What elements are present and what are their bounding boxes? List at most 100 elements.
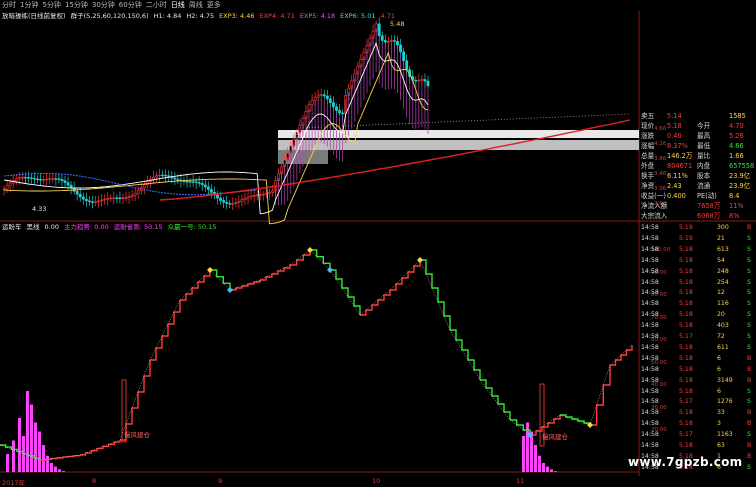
candle-body [271,190,274,193]
ma-dotted [299,113,631,129]
histogram-bar [550,469,553,472]
tick-p: 5.18 [679,311,693,319]
indicator-params: 群子(5,25,60,120,150,6) [70,12,149,20]
osc-dotted [259,264,291,281]
histogram-bar [46,455,49,472]
tick-p: 5.18 [679,365,693,373]
tick-v: 33 [717,409,725,417]
osc-dotted [479,379,511,421]
candle-body [219,197,222,201]
tick-t: 14:58 [641,333,659,340]
bottom-indicator-legend: 运盼车 黑线 0.00 主力趋势: 0.00 运盼省则: 50.15 众赢一号:… [2,223,216,232]
tick-d: S [747,431,751,439]
histogram-bar [30,404,33,472]
tick-p: 5.18 [679,387,693,395]
indicator-h2: H2: 4.75 [186,12,215,20]
candle-body [84,198,88,202]
candle-body [124,197,128,199]
period-tab-8[interactable]: 周线 [189,0,203,11]
histogram-bar [522,436,525,472]
ma-yellow [3,51,429,225]
tick-t: 14:58 [641,256,659,264]
candle-body [57,178,61,180]
candle-body [106,198,110,200]
histogram-bar [6,454,9,472]
tick-d: B [747,452,752,460]
tick-row: 14:58 5.19 300 B [639,223,756,234]
candle-body [176,178,180,181]
candle-body [42,179,46,181]
candle-body [161,174,165,177]
tick-d: B [747,376,752,384]
osc-dotted [359,289,391,316]
osc-dotted [149,299,181,361]
candle-body [136,190,140,194]
tick-v: 1163 [717,431,733,439]
candle-body [191,181,195,183]
tick-t: 14:58 [641,365,659,373]
tick-d: S [747,322,751,330]
tick-row: 14:58 5.18 611 S [639,343,756,354]
x-tick-label: 9 [218,477,223,485]
tick-d: S [747,463,751,471]
candle-body [383,40,387,43]
osc-dotted [589,364,611,426]
indicator-exp6: EXP6: 5.01 [340,12,376,20]
candle-body [115,197,119,199]
period-toolbar: 分时 1分钟 5分钟 15分钟 30分钟 60分钟 二小时 日线 周线 更多 [0,0,756,11]
tick-t: 14:58 [641,354,659,362]
period-tab-9[interactable]: 更多 [207,0,221,11]
tick-v: 248 [717,267,729,275]
tick-t: 14:58 [641,267,659,275]
tick-p: 5.17 [679,398,693,406]
candle-body [249,195,253,198]
tick-p: 5.17 [679,431,693,439]
candle-body [240,199,244,202]
period-tab-0[interactable]: 分时 [2,0,16,11]
candle-body [316,94,320,98]
tick-row: 14:58 5.18 54 S [639,256,756,267]
candle-body [17,177,21,180]
x-axis: 2017年 8 9 10 11 [0,476,636,487]
indicator-name[interactable]: 放暗操练(日线前复权) [2,12,66,21]
tick-t: 14:58 [641,431,659,439]
candle-body [30,177,33,179]
tick-d: B [747,224,752,231]
tick-p: 5.18 [679,278,693,286]
osc-dotted [119,359,151,441]
signal-diamond [417,257,423,263]
histogram-bar [542,463,545,472]
period-tab-6[interactable]: 二小时 [146,0,167,11]
tick-v: 116 [717,300,729,308]
histogram-bar [546,466,549,472]
candle-body [234,202,238,204]
tick-v: 1276 [717,398,733,406]
candle-body [152,176,155,180]
period-tab-5[interactable]: 60分钟 [119,0,142,11]
tick-row: 14:58 5.18 3149 B [639,376,756,387]
period-tab-2[interactable]: 5分钟 [42,0,60,11]
candle-body [322,94,326,97]
candle-body [396,40,399,46]
tick-p: 5.18 [679,420,693,428]
signal-label-1: 慢风建仓 [124,431,150,439]
candle-body [39,179,43,181]
candle-body [51,178,55,180]
tick-p: 5.18 [679,409,693,417]
tick-v: 3149 [717,376,733,384]
period-tab-7[interactable]: 日线 [171,0,185,11]
tick-t: 14:58 [641,420,659,428]
tick-d: S [747,343,751,351]
tick-t: 14:58 [641,398,659,406]
tick-list[interactable]: 14:58 5.19 300 B 14:58 5.19 21 S 14:58 5.18 613 S 14… [639,223,756,473]
tick-v: 3 [717,420,721,428]
period-tab-1[interactable]: 1分钟 [20,0,38,11]
period-tab-3[interactable]: 15分钟 [65,0,88,11]
histogram-bar [18,418,21,472]
tick-p: 5.18 [679,289,693,297]
indicator-name[interactable]: 运盼车 [2,223,22,232]
period-tab-4[interactable]: 30分钟 [92,0,115,11]
candle-body [267,192,271,194]
box-price-label: 4.60 [285,130,299,137]
indicator-v4: 众赢一号: 50.15 [167,223,217,231]
